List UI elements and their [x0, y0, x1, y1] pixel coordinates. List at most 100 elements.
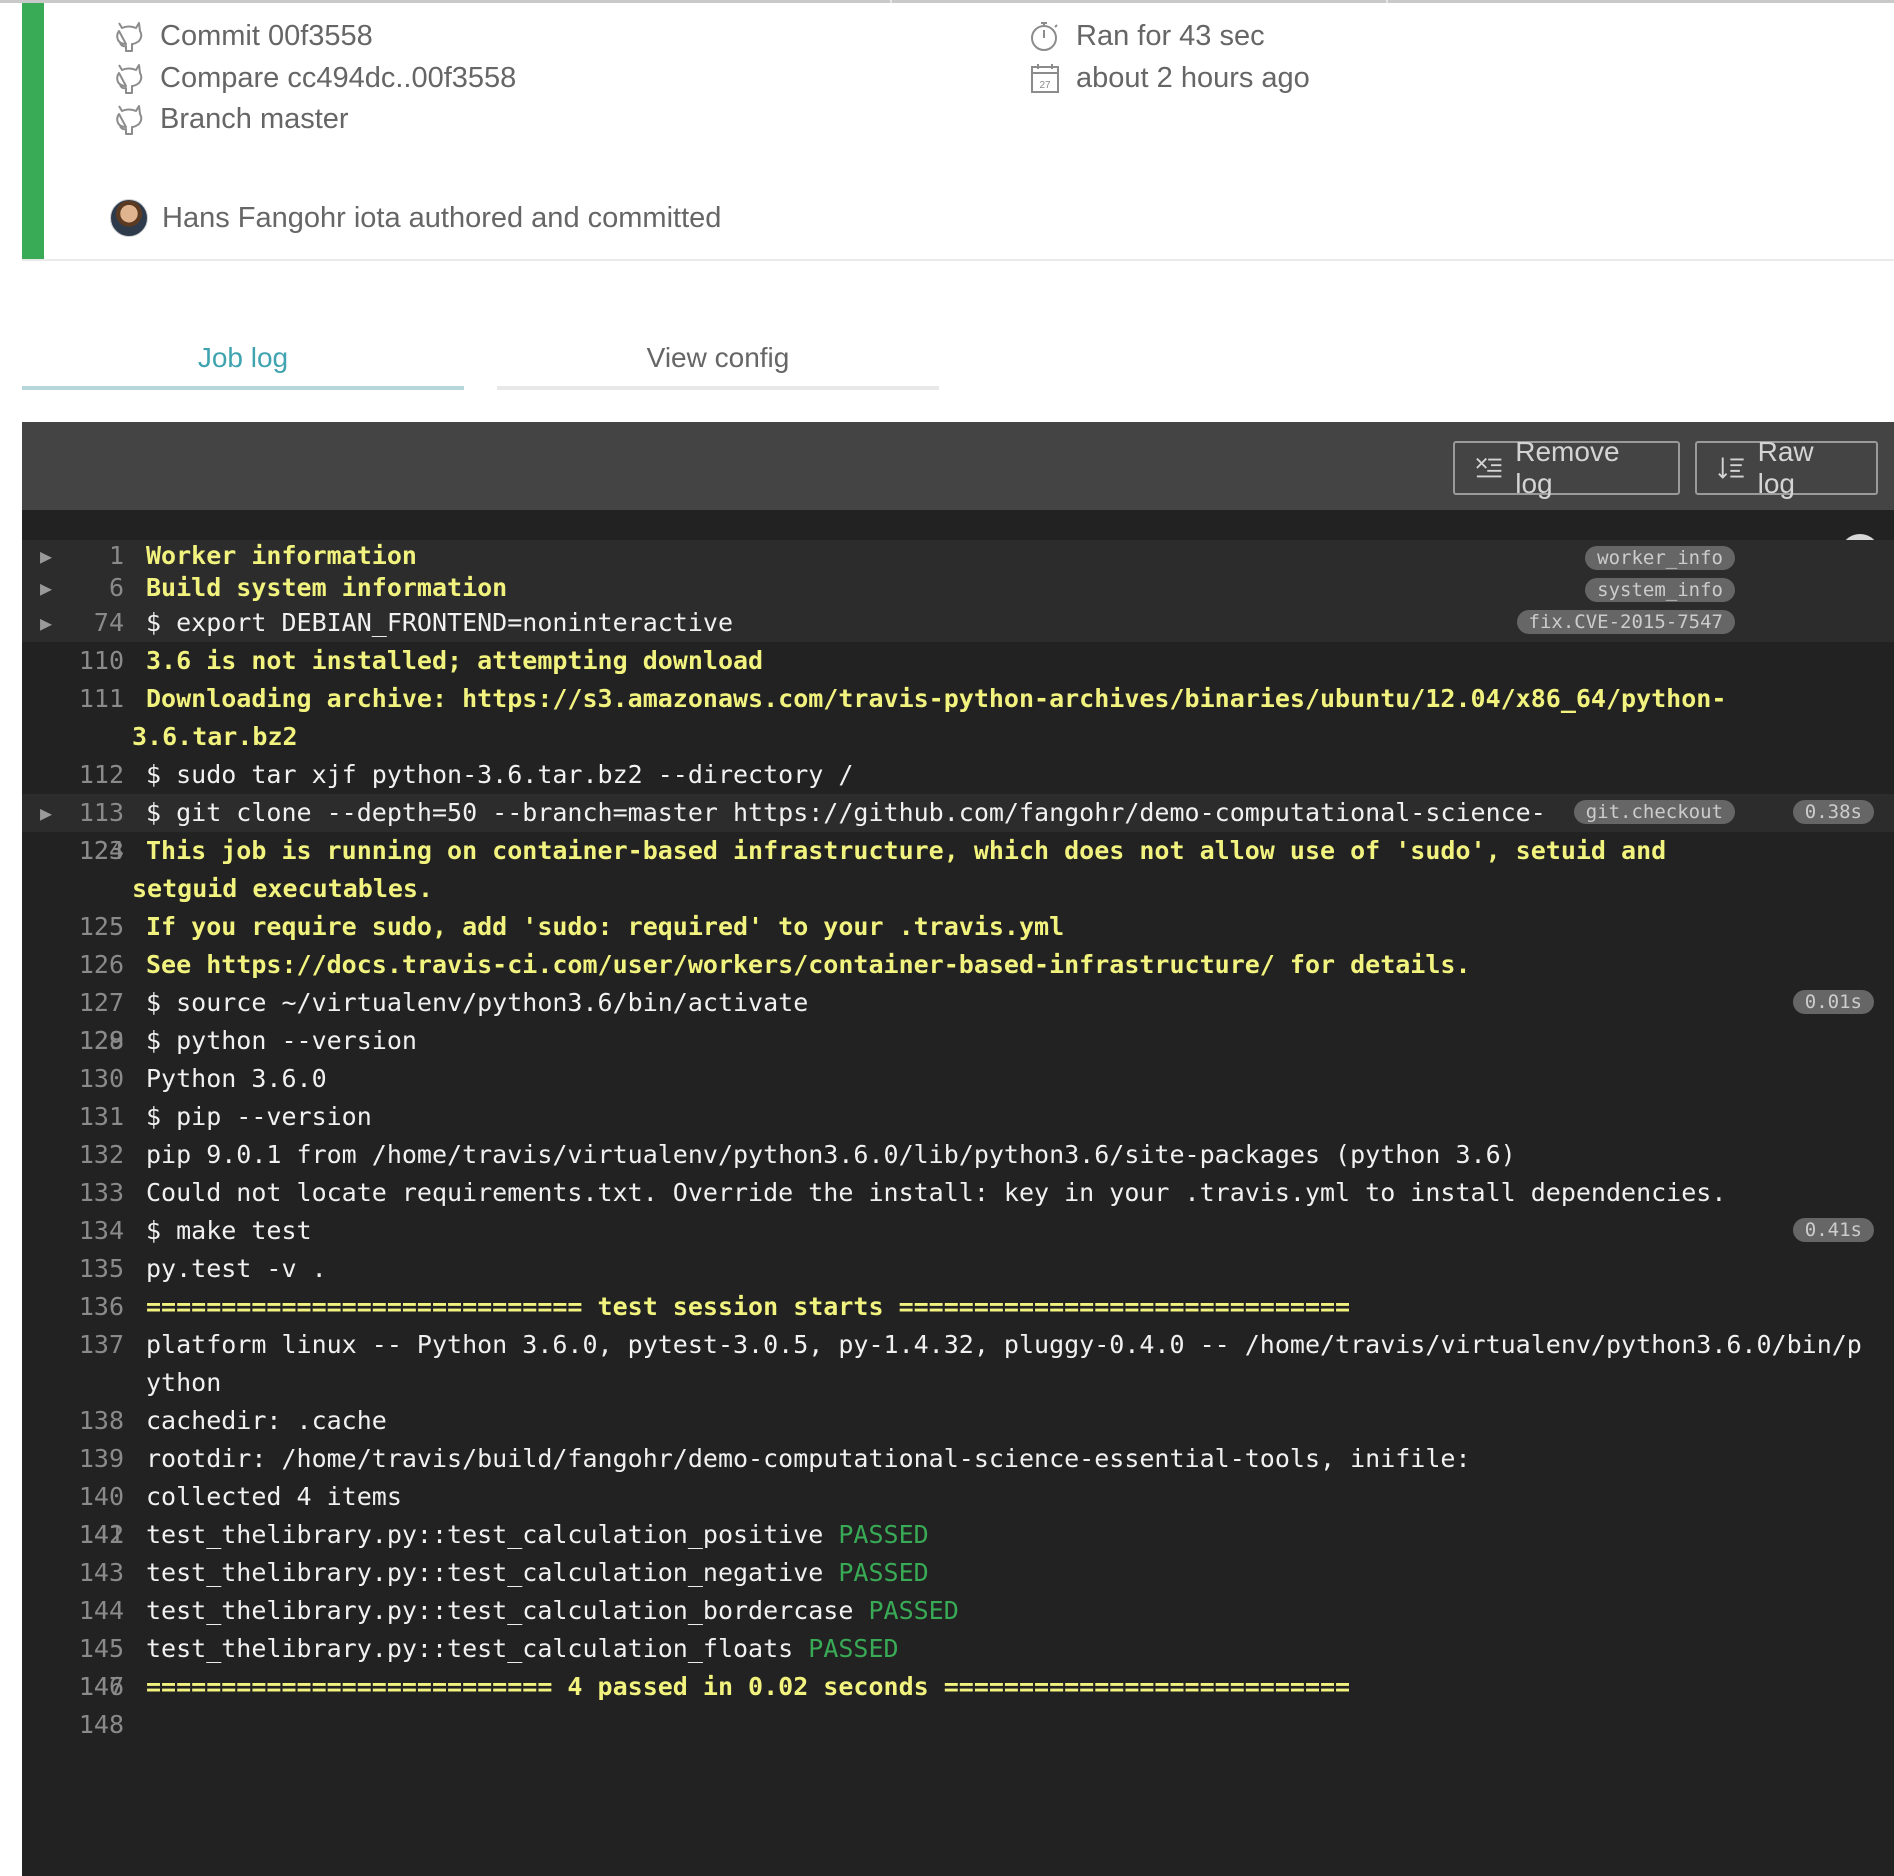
- line-number[interactable]: 144: [62, 1592, 124, 1630]
- line-number[interactable]: 110: [62, 642, 124, 680]
- commit-link[interactable]: Commit 00f3558: [160, 20, 373, 53]
- test-status: PASSED: [838, 1558, 929, 1587]
- fold-arrow-icon[interactable]: ▶: [40, 794, 52, 832]
- fold-arrow-icon[interactable]: ▶: [40, 540, 52, 572]
- log-line: 110 3.6 is not installed; attempting down…: [22, 642, 1894, 680]
- log-text: =========================== 4 passed in …: [146, 1672, 1351, 1701]
- svg-text:27: 27: [1039, 80, 1051, 91]
- tab-job-log[interactable]: Job log: [22, 330, 464, 390]
- remove-log-icon: [1476, 457, 1502, 478]
- line-number[interactable]: 127: [62, 984, 124, 1022]
- log-line: 143 test_thelibrary.py::test_calculation_…: [22, 1554, 1894, 1592]
- remove-log-label: Remove log: [1515, 436, 1620, 499]
- log-text: test_thelibrary.py::test_calculation_flo…: [146, 1634, 809, 1663]
- log-tabs: Job log View config: [22, 330, 942, 390]
- log-line: 142 test_thelibrary.py::test_calculation_…: [22, 1516, 1894, 1554]
- tab-view-config[interactable]: View config: [497, 330, 939, 390]
- branch-link[interactable]: Branch master: [160, 103, 349, 136]
- log-output: ▶ 1 Worker information worker_info ▶ 6 Build s…: [22, 540, 1894, 1739]
- line-number[interactable]: 143: [62, 1554, 124, 1592]
- log-line: 126 See https://docs.travis-ci.com/user/w…: [22, 946, 1894, 984]
- author-text: Hans Fangohr iota authored and committed: [162, 201, 722, 234]
- log-text: $ export DEBIAN_FRONTEND=noninteractive: [146, 608, 733, 637]
- line-number[interactable]: 140: [62, 1478, 124, 1516]
- commit-row[interactable]: Commit 00f3558: [112, 16, 373, 56]
- log-text: Downloading archive: https://s3.amazonaw…: [146, 684, 1727, 713]
- test-status: PASSED: [838, 1520, 929, 1549]
- log-text: $ sudo tar xjf python-3.6.tar.bz2 --dire…: [146, 760, 854, 789]
- line-number[interactable]: 133: [62, 1174, 124, 1212]
- line-number[interactable]: 135: [62, 1250, 124, 1288]
- github-icon: [112, 18, 146, 54]
- line-number[interactable]: 137: [62, 1326, 124, 1364]
- line-number[interactable]: 1: [62, 540, 124, 572]
- line-number[interactable]: 132: [62, 1136, 124, 1174]
- log-line: 112 $ sudo tar xjf python-3.6.tar.bz2 --d…: [22, 756, 1894, 794]
- log-line: 111 Downloading archive: https://s3.amazo…: [22, 680, 1894, 756]
- compare-row[interactable]: Compare cc494dc..00f3558: [112, 58, 516, 98]
- github-icon: [112, 60, 146, 96]
- log-text: See https://docs.travis-ci.com/user/work…: [146, 950, 1471, 979]
- log-text: $ pip --version: [146, 1102, 372, 1131]
- branch-row[interactable]: Branch master: [112, 99, 349, 139]
- line-number[interactable]: 148: [62, 1706, 124, 1744]
- log-line: 134 $ make test 0.41s: [22, 1212, 1894, 1250]
- line-number[interactable]: 112: [62, 756, 124, 794]
- log-text: $ git clone --depth=50 --branch=master h…: [146, 798, 1546, 827]
- log-text: py.test -v .: [146, 1254, 327, 1283]
- log-line: 138 cachedir: .cache: [22, 1402, 1894, 1440]
- line-number[interactable]: 124: [62, 832, 124, 870]
- log-text: Worker information: [146, 541, 417, 570]
- log-text: test_thelibrary.py::test_calculation_neg…: [146, 1558, 839, 1587]
- log-text: This job is running on container-based i…: [146, 836, 1667, 865]
- log-line: 131 $ pip --version: [22, 1098, 1894, 1136]
- log-line: 130 Python 3.6.0: [22, 1060, 1894, 1098]
- remove-log-button[interactable]: Remove log: [1453, 436, 1680, 499]
- log-text: $ python --version: [146, 1026, 417, 1055]
- log-line: 144 test_thelibrary.py::test_calculation_…: [22, 1592, 1894, 1630]
- log-fold-line[interactable]: ▶ 1 Worker information worker_info: [22, 540, 1894, 572]
- test-status: PASSED: [868, 1596, 959, 1625]
- line-number[interactable]: 125: [62, 908, 124, 946]
- raw-log-icon: [1718, 457, 1744, 479]
- log-fold-line[interactable]: ▶ 74 $ export DEBIAN_FRONTEND=noninteracti…: [22, 604, 1894, 642]
- line-number[interactable]: 6: [62, 572, 124, 604]
- log-toolbar: Remove log Raw log: [22, 422, 1894, 510]
- line-number[interactable]: 113: [62, 794, 124, 832]
- line-number[interactable]: 111: [62, 680, 124, 718]
- finished-text: about 2 hours ago: [1076, 61, 1310, 94]
- log-text: pip 9.0.1 from /home/travis/virtualenv/p…: [146, 1140, 1516, 1169]
- log-line: 133 Could not locate requirements.txt. Ov…: [22, 1174, 1894, 1212]
- line-number[interactable]: 142: [62, 1516, 124, 1554]
- log-line: 137 platform linux -- Python 3.6.0, pytes…: [22, 1326, 1894, 1402]
- compare-link[interactable]: Compare cc494dc..00f3558: [160, 62, 516, 95]
- log-line: 135 py.test -v .: [22, 1250, 1894, 1288]
- log-text: $ source ~/virtualenv/python3.6/bin/acti…: [146, 988, 809, 1017]
- log-text: 3.6 is not installed; attempting downloa…: [146, 646, 764, 675]
- line-number[interactable]: 74: [62, 604, 124, 642]
- line-number[interactable]: 136: [62, 1288, 124, 1326]
- stopwatch-icon: [1028, 18, 1062, 54]
- build-status-bar: [22, 3, 44, 259]
- log-text-wrapped: 3.6.tar.bz2: [132, 722, 298, 751]
- line-number[interactable]: 129: [62, 1022, 124, 1060]
- fold-arrow-icon[interactable]: ▶: [40, 604, 52, 642]
- line-number[interactable]: 138: [62, 1402, 124, 1440]
- duration-row: Ran for 43 sec: [1028, 16, 1265, 56]
- log-fold-line[interactable]: ▶ 113 $ git clone --depth=50 --branch=mast…: [22, 794, 1894, 832]
- avatar[interactable]: [110, 199, 148, 237]
- log-line: 136 ============================= test se…: [22, 1288, 1894, 1326]
- log-text: Build system information: [146, 573, 508, 602]
- fold-arrow-icon[interactable]: ▶: [40, 572, 52, 604]
- line-number[interactable]: 126: [62, 946, 124, 984]
- raw-log-button[interactable]: Raw log: [1695, 436, 1878, 499]
- calendar-icon: 27: [1028, 60, 1062, 96]
- log-fold-line[interactable]: ▶ 6 Build system information system_info: [22, 572, 1894, 604]
- line-number[interactable]: 139: [62, 1440, 124, 1478]
- line-number[interactable]: 130: [62, 1060, 124, 1098]
- log-text: rootdir: /home/travis/build/fangohr/demo…: [146, 1444, 1471, 1473]
- line-number[interactable]: 134: [62, 1212, 124, 1250]
- line-number[interactable]: 131: [62, 1098, 124, 1136]
- line-number[interactable]: 145: [62, 1630, 124, 1668]
- line-number[interactable]: 147: [62, 1668, 124, 1706]
